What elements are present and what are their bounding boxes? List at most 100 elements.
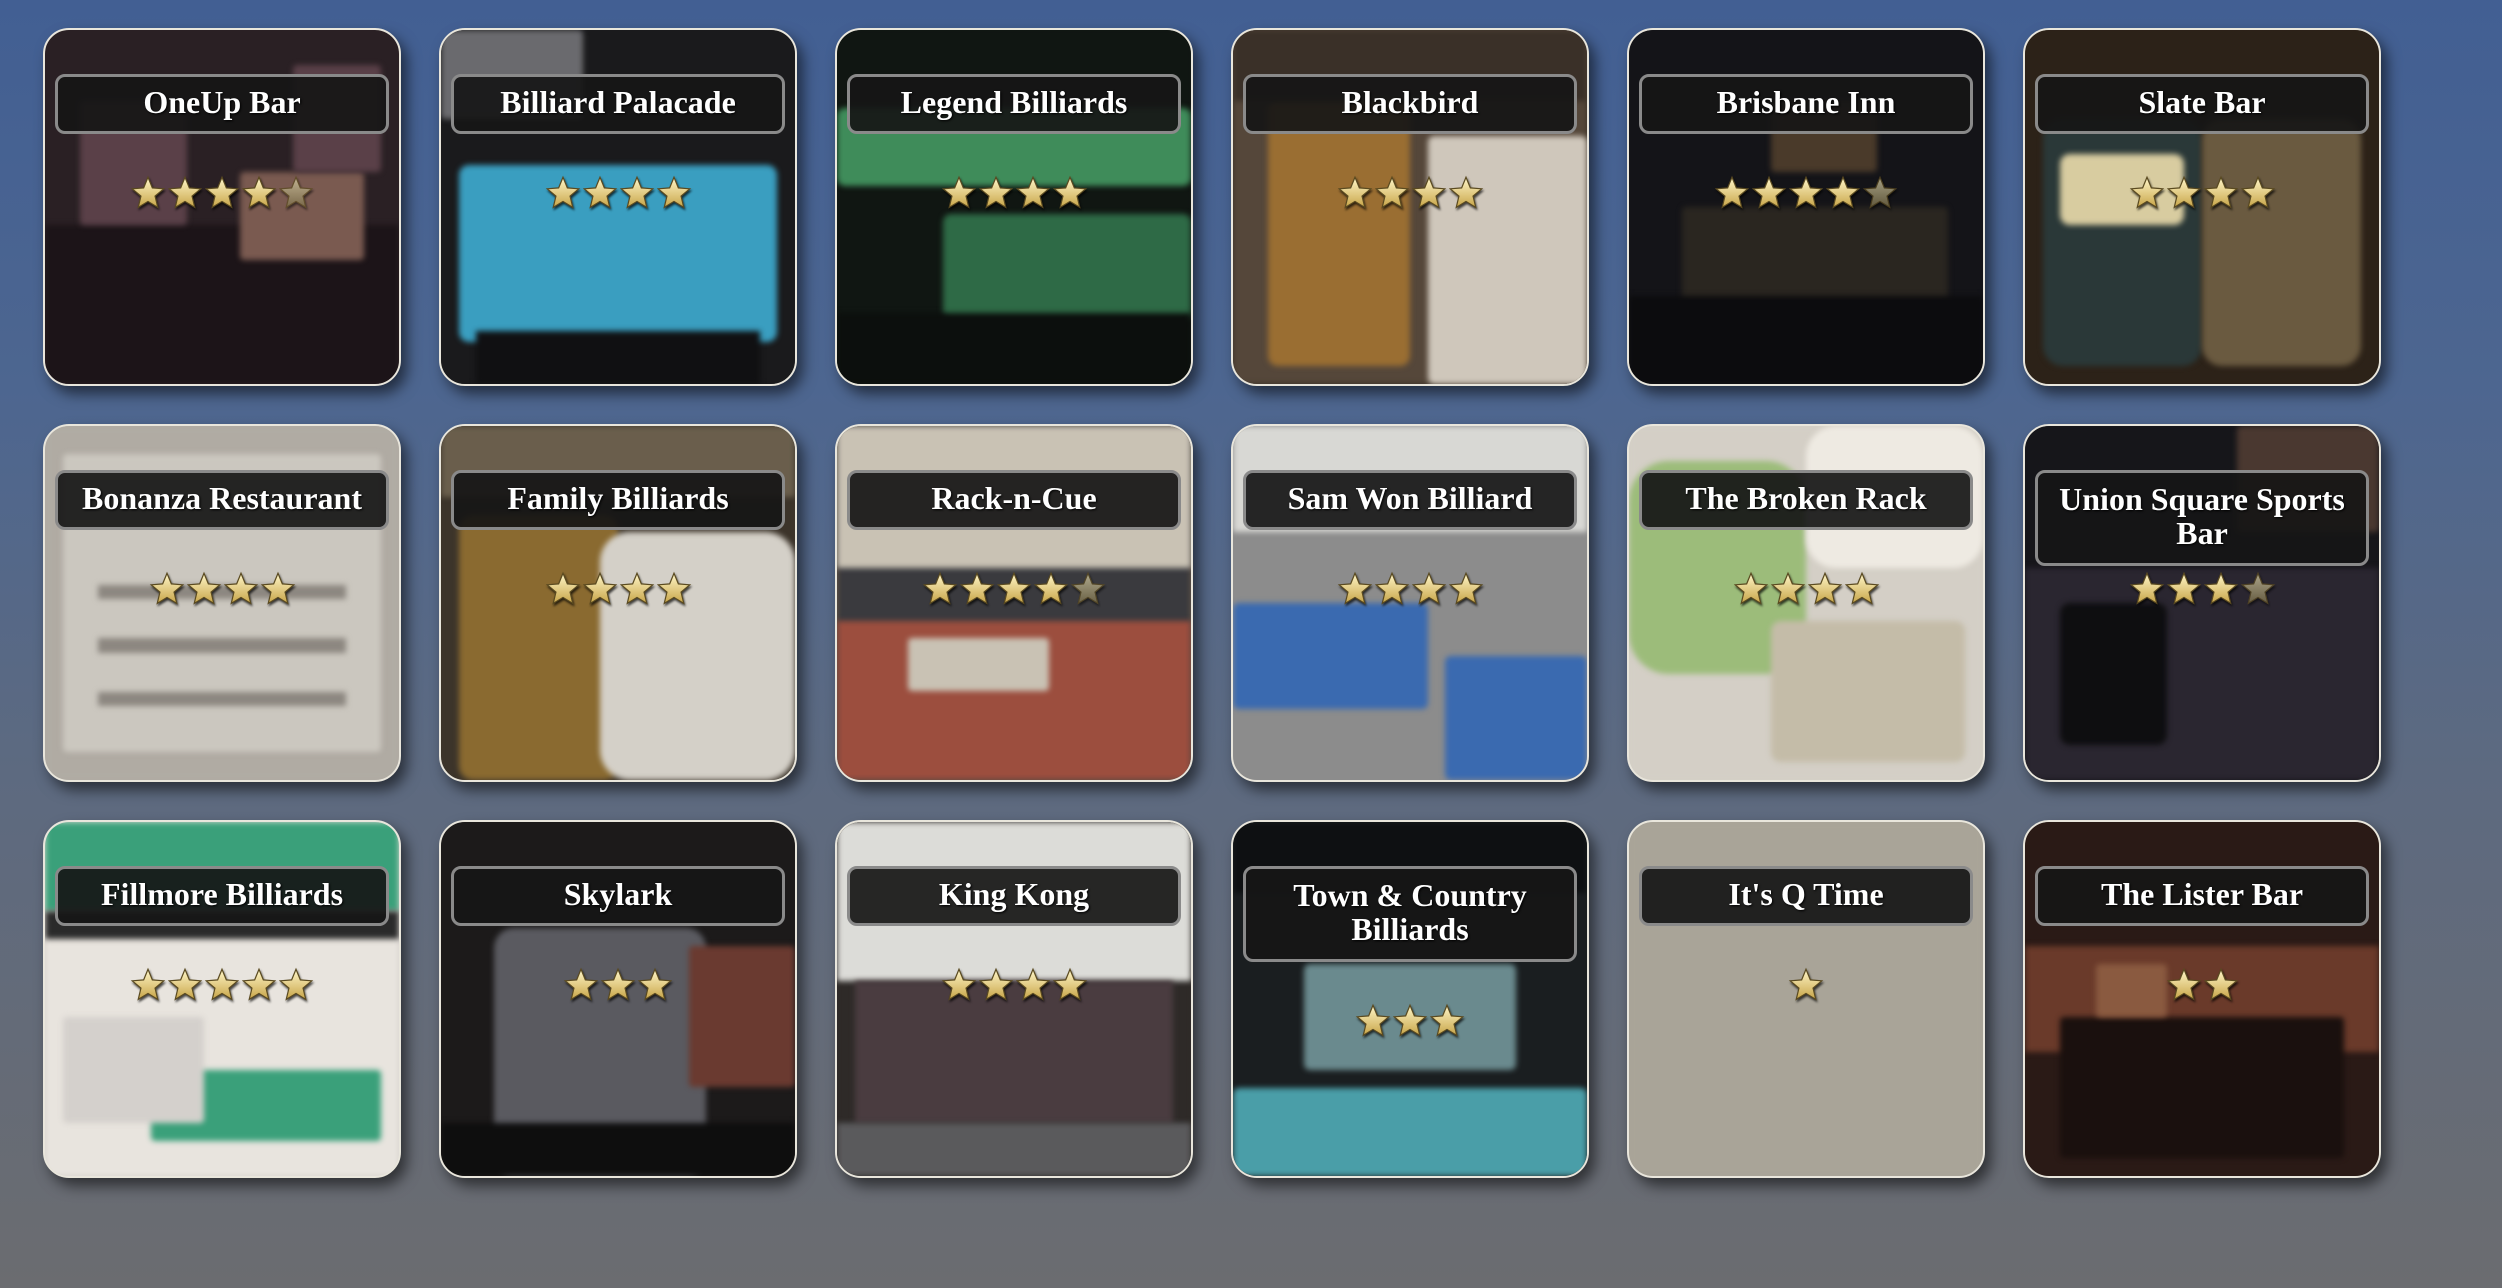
star-icon xyxy=(241,175,277,209)
star-icon xyxy=(1411,175,1446,209)
venue-card[interactable]: Bonanza Restaurant xyxy=(43,424,401,782)
venue-card[interactable]: Legend Billiards xyxy=(835,28,1193,386)
star-rating xyxy=(1233,567,1587,611)
star-icon xyxy=(2203,175,2238,209)
venue-name: The Lister Bar xyxy=(2035,866,2369,926)
venue-card[interactable]: Blackbird xyxy=(1231,28,1589,386)
venue-card[interactable]: Billiard Palacade xyxy=(439,28,797,386)
star-icon xyxy=(241,967,277,1001)
star-icon xyxy=(167,175,203,209)
venue-card[interactable]: King Kong xyxy=(835,820,1193,1178)
star-icon xyxy=(260,571,295,605)
star-icon xyxy=(656,175,691,209)
star-icon xyxy=(1429,1003,1465,1037)
star-icon xyxy=(1374,175,1409,209)
star-icon xyxy=(2129,175,2164,209)
venue-card[interactable]: Town & Country Billiards xyxy=(1231,820,1589,1178)
star-icon xyxy=(167,967,203,1001)
venue-name: It's Q Time xyxy=(1639,866,1973,926)
star-icon xyxy=(922,571,958,605)
venue-name: Town & Country Billiards xyxy=(1243,866,1577,962)
star-icon xyxy=(130,967,166,1001)
star-rating xyxy=(837,567,1191,611)
star-icon xyxy=(204,175,240,209)
star-icon xyxy=(600,967,636,1001)
star-icon xyxy=(130,175,166,209)
star-icon xyxy=(149,571,184,605)
star-icon xyxy=(582,571,617,605)
star-icon xyxy=(1015,967,1050,1001)
star-icon xyxy=(278,967,314,1001)
star-icon xyxy=(545,571,580,605)
star-icon xyxy=(278,175,314,209)
star-rating xyxy=(45,567,399,611)
star-icon xyxy=(1070,571,1106,605)
star-rating xyxy=(45,171,399,215)
venue-card[interactable]: Brisbane Inn xyxy=(1627,28,1985,386)
venue-name: King Kong xyxy=(847,866,1181,926)
star-icon xyxy=(1448,571,1483,605)
venue-card[interactable]: OneUp Bar xyxy=(43,28,401,386)
star-icon xyxy=(186,571,221,605)
star-icon xyxy=(2203,967,2238,1001)
star-icon xyxy=(1337,571,1372,605)
star-icon xyxy=(1751,175,1787,209)
venue-card[interactable]: Union Square Sports Bar xyxy=(2023,424,2381,782)
star-icon xyxy=(1337,175,1372,209)
venue-card[interactable]: The Lister Bar xyxy=(2023,820,2381,1178)
star-icon xyxy=(1052,967,1087,1001)
star-icon xyxy=(1714,175,1750,209)
star-rating xyxy=(1629,171,1983,215)
venue-name: Legend Billiards xyxy=(847,74,1181,134)
star-icon xyxy=(1355,1003,1391,1037)
star-icon xyxy=(656,571,691,605)
star-icon xyxy=(223,571,258,605)
star-rating xyxy=(2025,963,2379,1007)
venue-card[interactable]: It's Q Time xyxy=(1627,820,1985,1178)
star-icon xyxy=(978,175,1013,209)
venue-name: Slate Bar xyxy=(2035,74,2369,134)
venue-name: Bonanza Restaurant xyxy=(55,470,389,530)
venue-card[interactable]: Rack-n-Cue xyxy=(835,424,1193,782)
star-icon xyxy=(2166,571,2201,605)
star-icon xyxy=(1411,571,1446,605)
venue-name: OneUp Bar xyxy=(55,74,389,134)
star-icon xyxy=(619,571,654,605)
venue-grid: OneUp Bar Billiard Palacade Legend Billiar… xyxy=(43,28,2381,1178)
venue-name: Union Square Sports Bar xyxy=(2035,470,2369,566)
star-icon xyxy=(2240,175,2275,209)
star-icon xyxy=(1770,571,1805,605)
star-icon xyxy=(1807,571,1842,605)
star-icon xyxy=(1448,175,1483,209)
venue-card[interactable]: Skylark xyxy=(439,820,797,1178)
venue-card[interactable]: The Broken Rack xyxy=(1627,424,1985,782)
venue-name: Brisbane Inn xyxy=(1639,74,1973,134)
star-icon xyxy=(1374,571,1409,605)
venue-card[interactable]: Family Billiards xyxy=(439,424,797,782)
star-icon xyxy=(941,967,976,1001)
venue-name: The Broken Rack xyxy=(1639,470,1973,530)
star-icon xyxy=(1033,571,1069,605)
star-rating xyxy=(441,171,795,215)
venue-card[interactable]: Sam Won Billiard xyxy=(1231,424,1589,782)
star-rating xyxy=(1629,963,1983,1007)
star-icon xyxy=(1844,571,1879,605)
star-icon xyxy=(941,175,976,209)
star-icon xyxy=(2240,571,2275,605)
venue-card[interactable]: Fillmore Billiards xyxy=(43,820,401,1178)
star-rating xyxy=(1629,567,1983,611)
star-rating xyxy=(837,963,1191,1007)
venue-name: Blackbird xyxy=(1243,74,1577,134)
venue-name: Skylark xyxy=(451,866,785,926)
star-icon xyxy=(1052,175,1087,209)
star-rating xyxy=(2025,171,2379,215)
star-icon xyxy=(2166,967,2201,1001)
star-rating xyxy=(441,567,795,611)
star-rating xyxy=(441,963,795,1007)
venue-card[interactable]: Slate Bar xyxy=(2023,28,2381,386)
star-icon xyxy=(2129,571,2164,605)
star-rating xyxy=(2025,567,2379,611)
star-icon xyxy=(204,967,240,1001)
star-icon xyxy=(1733,571,1768,605)
star-rating xyxy=(1233,171,1587,215)
